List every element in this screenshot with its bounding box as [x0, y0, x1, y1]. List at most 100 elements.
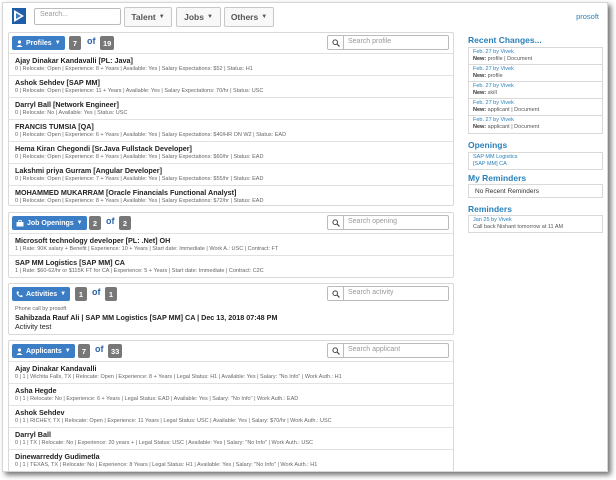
- others-menu[interactable]: Others ▼: [224, 7, 274, 27]
- activities-button[interactable]: Activities ▼: [12, 287, 71, 301]
- profile-title[interactable]: Lakshmi priya Gurram [Angular Developer]: [15, 166, 447, 175]
- profiles-button[interactable]: Profiles ▼: [12, 36, 65, 50]
- applicant-row[interactable]: Dinewarreddy Gudimetla 0 | 1 | TEXAS, TX …: [9, 449, 453, 471]
- recent-change-item[interactable]: Feb. 27 by Vivek New: skill: [469, 82, 602, 99]
- caret-down-icon: ▼: [206, 14, 213, 20]
- applicant-search-input[interactable]: Search applicant: [344, 344, 404, 357]
- opening-title[interactable]: Microsoft technology developer [PL: .Net…: [15, 236, 447, 245]
- user-icon: [16, 347, 23, 355]
- my-reminders-box: No Recent Reminders: [468, 184, 603, 198]
- recent-change-text: applicant | Document: [487, 106, 540, 113]
- profile-detail: 0 | Relocate: Open | Experience: 8 + Yea…: [15, 198, 264, 204]
- user-icon: [16, 39, 23, 47]
- activities-panel: Activities ▼ 1 of 1 Search activity Phon…: [8, 283, 454, 335]
- search-icon[interactable]: [328, 344, 344, 357]
- applicant-name[interactable]: Ajay Dinakar Kandavalli: [15, 364, 447, 373]
- applicants-header: Applicants ▼ 7 of 33 Search applicant: [9, 341, 453, 361]
- activities-shown-count: 1: [75, 287, 87, 301]
- profile-detail: 0 | Relocate: Open | Experience: 7 + Yea…: [15, 176, 264, 182]
- recent-change-item[interactable]: Feb. 27 by Vivek New: applicant | Documen…: [469, 116, 602, 133]
- recent-change-kind: New:: [473, 106, 487, 113]
- recent-change-item[interactable]: Feb. 27 by Vivek New: profile: [469, 65, 602, 82]
- activities-header: Activities ▼ 1 of 1 Search activity: [9, 284, 453, 304]
- activities-of: of: [92, 287, 101, 297]
- applicant-name[interactable]: Asha Hegde: [15, 386, 447, 395]
- applicant-name[interactable]: Ashok Sehdev: [15, 408, 447, 417]
- applicant-search-field[interactable]: Search applicant: [327, 343, 449, 358]
- applicants-button[interactable]: Applicants ▼: [12, 344, 75, 358]
- activity-title[interactable]: Sahibzada Rauf Ali | SAP MM Logistics [S…: [15, 313, 447, 322]
- profile-title[interactable]: Darryl Ball [Network Engineer]: [15, 100, 447, 109]
- profile-title[interactable]: MOHAMMED MUKARRAM [Oracle Financials Fun…: [15, 188, 447, 197]
- profile-search-field[interactable]: Search profile: [327, 35, 449, 50]
- caret-down-icon: ▼: [64, 348, 71, 354]
- search-icon[interactable]: [328, 287, 344, 300]
- profile-row[interactable]: Lakshmi priya Gurram [Angular Developer]…: [9, 163, 453, 185]
- applicant-row[interactable]: Ashok Sehdev 0 | 1 | RICHEY, TX | Relocat…: [9, 405, 453, 427]
- activity-search-input[interactable]: Search activity: [344, 287, 398, 300]
- global-search-input[interactable]: Search...: [34, 8, 121, 25]
- opening-search-input[interactable]: Search opening: [344, 216, 401, 229]
- recent-change-item[interactable]: Feb. 27 by Vivek New: applicant | Documen…: [469, 99, 602, 116]
- profile-row[interactable]: Ajay Dinakar Kandavalli [PL: Java] 0 | Re…: [9, 53, 453, 75]
- caret-down-icon: ▼: [60, 291, 67, 297]
- opening-side-item[interactable]: SAP MM Logistics [SAP MM] CA: [469, 153, 602, 169]
- phone-icon: [16, 291, 23, 298]
- profile-row[interactable]: Hema Kiran Chegondi [Sr.Java Fullstack D…: [9, 141, 453, 163]
- applicant-detail: 0 | 1 | Wichita Falls, TX | Relocate: Op…: [15, 374, 342, 380]
- profiles-of: of: [87, 36, 96, 46]
- jobs-menu[interactable]: Jobs ▼: [176, 7, 221, 27]
- applicants-shown-count: 7: [78, 344, 90, 358]
- applicant-detail: 0 | 1 | Relocate: No | Experience: 6 + Y…: [15, 396, 299, 402]
- recent-change-text: applicant | Document: [487, 123, 540, 130]
- profile-row[interactable]: Ashok Sehdev [SAP MM] 0 | Relocate: Open …: [9, 75, 453, 97]
- profile-row[interactable]: FRANCIS TUMSIA [QA] 0 | Relocate: Open | …: [9, 119, 453, 141]
- reminders-heading: Reminders: [468, 204, 512, 214]
- opening-detail: 1 | Rate: 90K salary + Benefit | Experie…: [15, 246, 279, 252]
- applicant-row[interactable]: Darryl Ball 0 | 1 | TX | Relocate: No | E…: [9, 427, 453, 449]
- search-icon[interactable]: [328, 216, 344, 229]
- recent-change-kind: New:: [473, 123, 487, 130]
- profile-title[interactable]: Ashok Sehdev [SAP MM]: [15, 78, 447, 87]
- activities-total-count: 1: [105, 287, 117, 301]
- applicants-total-count: 33: [108, 344, 123, 358]
- applicant-name[interactable]: Darryl Ball: [15, 430, 447, 439]
- recent-change-kind: New:: [473, 55, 487, 62]
- profile-row[interactable]: MOHAMMED MUKARRAM [Oracle Financials Fun…: [9, 185, 453, 207]
- caret-down-icon: ▼: [261, 14, 268, 20]
- applicant-row[interactable]: Ajay Dinakar Kandavalli 0 | 1 | Wichita F…: [9, 361, 453, 383]
- opening-row[interactable]: Microsoft technology developer [PL: .Net…: [9, 233, 453, 255]
- openings-header: Job Openings ▼ 2 of 2 Search opening: [9, 213, 453, 233]
- activity-search-field[interactable]: Search activity: [327, 286, 449, 301]
- recent-change-text: skill: [487, 89, 497, 96]
- openings-shown-count: 2: [89, 216, 101, 230]
- caret-down-icon: ▼: [76, 220, 83, 226]
- activity-row[interactable]: Phone call by prosoft Sahibzada Rauf Ali…: [9, 304, 453, 333]
- profiles-button-label: Profiles: [26, 39, 52, 47]
- job-openings-button[interactable]: Job Openings ▼: [12, 216, 87, 230]
- opening-row[interactable]: SAP MM Logistics [SAP MM] CA 1 | Rate: $6…: [9, 255, 453, 277]
- applicant-name[interactable]: Dinewarreddy Gudimetla: [15, 452, 447, 461]
- my-reminders-empty: No Recent Reminders: [475, 188, 539, 195]
- applicant-row[interactable]: Asha Hegde 0 | 1 | Relocate: No | Experie…: [9, 383, 453, 405]
- applicants-panel: Applicants ▼ 7 of 33 Search applicant Aj…: [8, 340, 454, 471]
- talent-menu-label: Talent: [131, 12, 156, 22]
- search-icon[interactable]: [328, 36, 344, 49]
- profile-search-input[interactable]: Search profile: [344, 36, 395, 49]
- talent-menu[interactable]: Talent ▼: [124, 7, 172, 27]
- profile-title[interactable]: Ajay Dinakar Kandavalli [PL: Java]: [15, 56, 447, 65]
- profile-title[interactable]: FRANCIS TUMSIA [QA]: [15, 122, 447, 131]
- app-logo-icon[interactable]: [11, 7, 27, 25]
- opening-search-field[interactable]: Search opening: [327, 215, 449, 230]
- user-link[interactable]: prosoft: [576, 12, 599, 21]
- activities-button-label: Activities: [26, 290, 58, 298]
- opening-title[interactable]: SAP MM Logistics [SAP MM] CA: [15, 258, 447, 267]
- jobs-menu-label: Jobs: [184, 12, 204, 22]
- profiles-panel: Profiles ▼ 7 of 19 Search profile Ajay D…: [8, 32, 454, 206]
- recent-change-item[interactable]: Feb. 27 by Vivek New: profile | Document: [469, 48, 602, 65]
- profile-detail: 0 | Relocate: Open | Experience: 11 + Ye…: [15, 88, 264, 94]
- profile-title[interactable]: Hema Kiran Chegondi [Sr.Java Fullstack D…: [15, 144, 447, 153]
- reminder-item[interactable]: Jan 25 by Vivek Call back Nishant tomorr…: [469, 216, 602, 232]
- profile-row[interactable]: Darryl Ball [Network Engineer] 0 | Reloca…: [9, 97, 453, 119]
- profile-detail: 0 | Relocate: Open | Experience: 8 + Yea…: [15, 154, 264, 160]
